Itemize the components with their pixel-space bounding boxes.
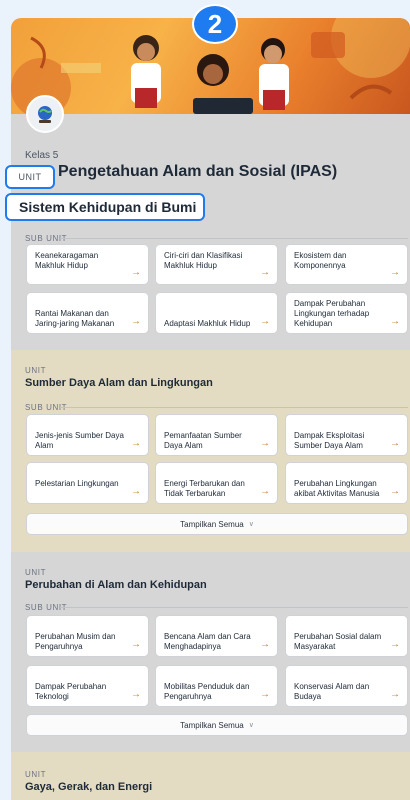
arrow-right-icon: → — [390, 486, 400, 497]
unit-title: Gaya, Gerak, dan Energi — [25, 781, 153, 793]
arrow-right-icon: → — [390, 639, 400, 650]
arrow-right-icon: → — [390, 316, 400, 327]
sub-unit-card[interactable]: Pemanfaatan Sumber Daya Alam → — [155, 414, 278, 456]
sub-unit-card[interactable]: Perubahan Lingkungan akibat Aktivitas Ma… — [285, 462, 408, 504]
sub-unit-title: Bencana Alam dan Cara Menghadapinya — [164, 632, 251, 651]
unit-title[interactable]: Sistem Kehidupan di Bumi — [5, 193, 205, 221]
sub-unit-title: Dampak Eksploitasi Sumber Daya Alam — [294, 431, 365, 450]
divider — [60, 607, 408, 608]
sub-unit-card[interactable]: Keanekaragaman Makhluk Hidup → — [26, 244, 149, 285]
chevron-down-icon: ∨ — [248, 521, 254, 528]
sub-unit-card[interactable]: Pelestarian Lingkungan → — [26, 462, 149, 504]
arrow-right-icon: → — [131, 486, 141, 497]
sub-unit-title: Keanekaragaman Makhluk Hidup — [35, 251, 99, 270]
step-number-badge: 2 — [192, 4, 238, 44]
unit-title: Sumber Daya Alam dan Lingkungan — [25, 377, 213, 389]
show-all-label: Tampilkan Semua — [180, 519, 244, 529]
course-logo — [26, 95, 64, 133]
sub-unit-card[interactable]: Perubahan Sosial dalam Masyarakat → — [285, 615, 408, 657]
sub-unit-card[interactable]: Perubahan Musim dan Pengaruhnya → — [26, 615, 149, 657]
sub-unit-title: Dampak Perubahan Teknologi — [35, 682, 107, 701]
arrow-right-icon: → — [260, 316, 270, 327]
sub-unit-title: Jenis-jenis Sumber Daya Alam — [35, 431, 124, 450]
unit-title: Perubahan di Alam dan Kehidupan — [25, 579, 207, 591]
arrow-right-icon: → — [131, 689, 141, 700]
sub-unit-card[interactable]: Adaptasi Makhluk Hidup → — [155, 292, 278, 334]
sub-unit-card[interactable]: Dampak Perubahan Lingkungan terhadap Keh… — [285, 292, 408, 334]
chevron-down-icon: ∨ — [248, 722, 254, 729]
arrow-right-icon: → — [390, 689, 400, 700]
arrow-right-icon: → — [260, 689, 270, 700]
sub-unit-card[interactable]: Jenis-jenis Sumber Daya Alam → — [26, 414, 149, 456]
arrow-right-icon: → — [131, 438, 141, 449]
sub-unit-title: Energi Terbarukan dan Tidak Terbarukan — [164, 479, 245, 498]
sub-unit-title: Konservasi Alam dan Budaya — [294, 682, 370, 701]
arrow-right-icon: → — [390, 267, 400, 278]
sub-unit-title: Pemanfaatan Sumber Daya Alam — [164, 431, 242, 450]
divider — [60, 407, 408, 408]
arrow-right-icon: → — [260, 438, 270, 449]
sub-unit-card[interactable]: Ciri-ciri dan Klasifikasi Makhluk Hidup … — [155, 244, 278, 285]
sub-unit-card[interactable]: Mobilitas Penduduk dan Pengaruhnya → — [155, 665, 278, 707]
divider — [60, 238, 408, 239]
sub-unit-title: Dampak Perubahan Lingkungan terhadap Keh… — [294, 299, 370, 328]
unit-label: UNIT — [25, 770, 47, 779]
sub-unit-card[interactable]: Konservasi Alam dan Budaya → — [285, 665, 408, 707]
arrow-right-icon: → — [260, 639, 270, 650]
show-all-label: Tampilkan Semua — [180, 720, 244, 730]
sub-unit-title: Ciri-ciri dan Klasifikasi Makhluk Hidup — [164, 251, 243, 270]
sub-unit-title: Ekosistem dan Komponennya — [294, 251, 347, 270]
sub-unit-title: Pelestarian Lingkungan — [35, 479, 119, 488]
sub-unit-title: Perubahan Musim dan Pengaruhnya — [35, 632, 116, 651]
arrow-right-icon: → — [260, 267, 270, 278]
sub-unit-card[interactable]: Energi Terbarukan dan Tidak Terbarukan → — [155, 462, 278, 504]
unit-label: UNIT — [25, 568, 47, 577]
arrow-right-icon: → — [131, 639, 141, 650]
sub-unit-card[interactable]: Dampak Eksploitasi Sumber Daya Alam → — [285, 414, 408, 456]
sub-unit-card[interactable]: Rantai Makanan dan Jaring-jaring Makanan… — [26, 292, 149, 334]
sub-unit-title: Perubahan Lingkungan akibat Aktivitas Ma… — [294, 479, 380, 498]
unit-tag: UNIT — [5, 165, 55, 189]
arrow-right-icon: → — [390, 438, 400, 449]
sub-unit-card[interactable]: Ekosistem dan Komponennya → — [285, 244, 408, 285]
arrow-right-icon: → — [131, 316, 141, 327]
show-all-button[interactable]: Tampilkan Semua ∨ — [26, 513, 408, 535]
subject-title: Pengetahuan Alam dan Sosial (IPAS) — [58, 163, 338, 180]
sub-unit-title: Adaptasi Makhluk Hidup — [164, 319, 251, 328]
sub-unit-card[interactable]: Dampak Perubahan Teknologi → — [26, 665, 149, 707]
sub-unit-title: Perubahan Sosial dalam Masyarakat — [294, 632, 382, 651]
unit-label: UNIT — [25, 366, 47, 375]
show-all-button[interactable]: Tampilkan Semua ∨ — [26, 714, 408, 736]
grade-label: Kelas 5 — [25, 150, 59, 161]
arrow-right-icon: → — [260, 486, 270, 497]
sub-unit-card[interactable]: Bencana Alam dan Cara Menghadapinya → — [155, 615, 278, 657]
globe-plant-icon — [38, 106, 52, 123]
sub-unit-title: Mobilitas Penduduk dan Pengaruhnya — [164, 682, 250, 701]
sub-unit-title: Rantai Makanan dan Jaring-jaring Makanan — [35, 309, 115, 328]
arrow-right-icon: → — [131, 267, 141, 278]
